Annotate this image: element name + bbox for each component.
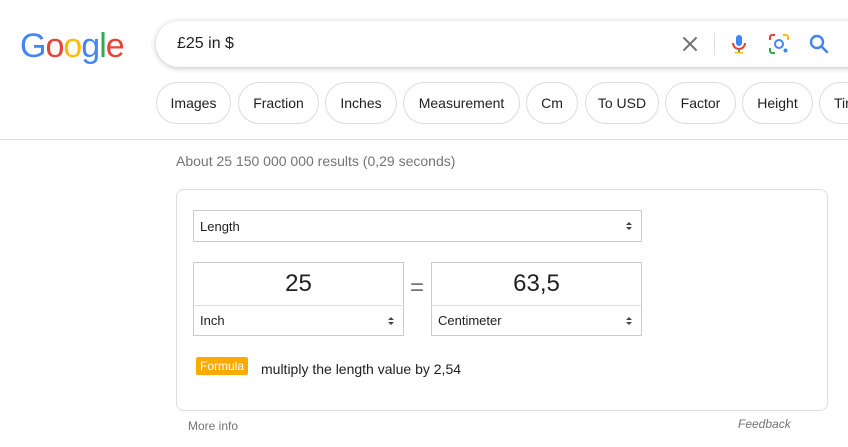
- category-select[interactable]: Length: [193, 210, 642, 242]
- to-value-input[interactable]: 63,5: [431, 262, 642, 305]
- result-stats: About 25 150 000 000 results (0,29 secon…: [176, 153, 456, 169]
- search-box[interactable]: [156, 21, 848, 67]
- chip-to-usd[interactable]: To USD: [585, 82, 659, 124]
- to-unit-select[interactable]: Centimeter: [431, 305, 642, 336]
- chip-cm[interactable]: Cm: [526, 82, 578, 124]
- feedback-link[interactable]: Feedback: [738, 417, 791, 431]
- chip-fraction[interactable]: Fraction: [238, 82, 319, 124]
- from-unit-value: Inch: [200, 313, 225, 328]
- more-info-link[interactable]: More info: [188, 419, 238, 433]
- category-select-value: Length: [200, 218, 240, 234]
- logo-text: Google: [20, 27, 125, 65]
- search-divider: [714, 33, 715, 55]
- select-arrows-icon: [626, 222, 632, 230]
- unit-converter-card: Length 25 Inch = 63,5 Centimeter Formula…: [176, 189, 828, 411]
- lens-icon[interactable]: [767, 32, 791, 56]
- from-value-input[interactable]: 25: [193, 262, 404, 305]
- search-icon[interactable]: [807, 32, 831, 56]
- close-icon[interactable]: [678, 32, 702, 56]
- chip-factor[interactable]: Factor: [665, 82, 736, 124]
- search-input[interactable]: [177, 21, 657, 67]
- from-value: 25: [285, 270, 312, 297]
- select-arrows-icon: [626, 316, 632, 325]
- to-value: 63,5: [513, 270, 560, 297]
- chip-measurement[interactable]: Measurement: [403, 82, 520, 124]
- chip-tir[interactable]: Tir: [819, 82, 848, 124]
- google-logo[interactable]: Google: [20, 26, 125, 66]
- chip-images[interactable]: Images: [156, 82, 231, 124]
- chip-height[interactable]: Height: [742, 82, 813, 124]
- formula-text: multiply the length value by 2,54: [261, 361, 462, 377]
- from-unit-select[interactable]: Inch: [193, 305, 404, 336]
- microphone-icon[interactable]: [727, 32, 751, 56]
- header-divider: [0, 139, 848, 140]
- to-unit-value: Centimeter: [438, 313, 502, 328]
- chip-inches[interactable]: Inches: [325, 82, 397, 124]
- select-arrows-icon: [388, 316, 394, 325]
- formula-badge: Formula: [196, 357, 249, 375]
- equals-sign: =: [410, 274, 425, 301]
